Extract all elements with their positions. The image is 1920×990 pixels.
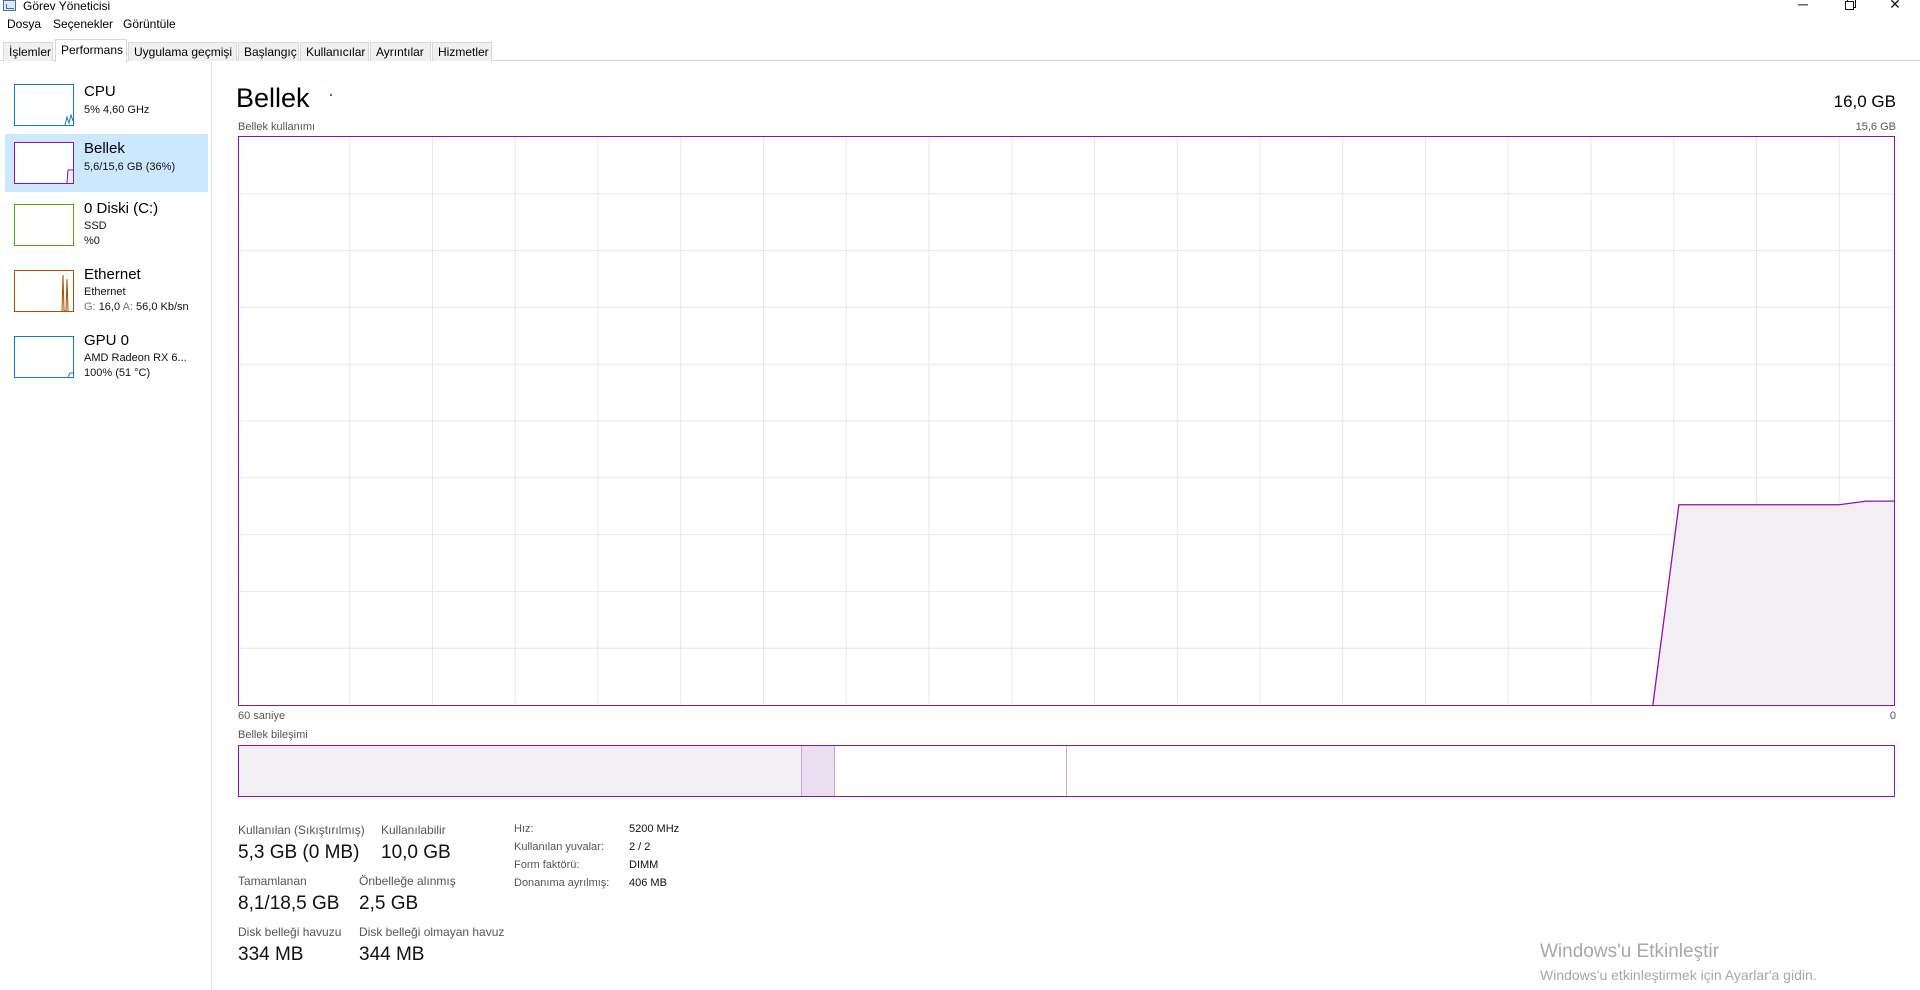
tab-startup[interactable]: Başlangıç [238,42,299,61]
memory-thumbnail-graph [14,142,74,184]
resource-list: CPU 5% 4,60 GHz Bellek 5,6/15,6 GB (36%)… [0,62,212,990]
nonpaged-pool-label: Disk belleği olmayan havuz [359,925,505,939]
composition-modified [802,746,835,796]
slots-key: Kullanılan yuvalar: [514,841,604,853]
gpu-thumbnail-graph [14,336,74,378]
window-title: Görev Yöneticisi [23,0,111,13]
task-manager-window: Görev Yöneticisi ─ ✕ Dosya Seçenekler Gö… [0,0,1920,990]
sidebar-item-detail-2: %0 [84,235,100,247]
committed-value: 8,1/18,5 GB [238,893,340,914]
tab-users[interactable]: Kullanıcılar [300,42,369,61]
speed-key: Hız: [514,823,534,835]
sidebar-item-memory[interactable]: Bellek 5,6/15,6 GB (36%) [5,134,208,192]
menu-view[interactable]: Görüntüle [123,17,176,31]
restore-icon [1844,1,1854,10]
sidebar-item-title: GPU 0 [84,332,130,349]
close-button[interactable]: ✕ [1872,0,1918,13]
memory-usage-graph [239,137,1894,705]
task-manager-icon [3,0,16,11]
menu-options[interactable]: Seçenekler [53,17,113,31]
in-use-value: 5,3 GB (0 MB) [238,842,360,863]
sidebar-item-title: CPU [84,83,116,100]
nonpaged-pool-value: 344 MB [359,944,425,965]
hardware-reserved-value: 406 MB [629,877,667,889]
sidebar-item-throughput: G: 16,0 A: 56,0 Kb/sn [84,301,189,313]
memory-composition-bar [238,745,1895,797]
form-factor-value: DIMM [629,859,659,871]
sidebar-item-detail-2: 100% (51 °C) [84,367,151,379]
composition-free [1067,746,1894,796]
tab-performance[interactable]: Performans [55,39,127,62]
tab-details[interactable]: Ayrıntılar [370,42,431,61]
tab-processes[interactable]: İşlemler [3,42,53,61]
sidebar-item-title: Bellek [84,140,125,157]
disk-thumbnail-graph [14,204,74,246]
sidebar-item-detail: 5,6/15,6 GB (36%) [84,161,176,173]
sidebar-item-detail: AMD Radeon RX 6... [84,352,187,364]
send-value: 16,0 [98,301,121,313]
sidebar-item-gpu[interactable]: GPU 0 AMD Radeon RX 6... 100% (51 °C) [5,326,208,392]
sidebar-item-detail: SSD [84,220,107,232]
sidebar-item-title: 0 Diski (C:) [84,200,159,217]
composition-in-use [239,746,802,796]
tab-services[interactable]: Hizmetler [432,42,492,61]
usage-chart-label: Bellek kullanımı [238,121,316,133]
ethernet-mini-graph [61,274,69,311]
sidebar-item-detail: 5% 4,60 GHz [84,104,150,116]
cpu-thumbnail-graph [14,84,74,126]
tab-app-history[interactable]: Uygulama geçmişi [128,42,237,61]
usage-chart-max: 15,6 GB [1855,121,1896,133]
tab-bar: İşlemler Performans Uygulama geçmişi Baş… [0,39,1920,62]
chart-time-end: 0 [1889,710,1896,722]
speed-value: 5200 MHz [629,823,680,835]
minimize-button[interactable]: ─ [1780,0,1826,13]
composition-standby [835,746,1067,796]
sidebar-item-detail: Ethernet [84,286,126,298]
hardware-reserved-key: Donanıma ayrılmış: [514,877,610,889]
sidebar-item-cpu[interactable]: CPU 5% 4,60 GHz [5,78,208,134]
restore-button[interactable] [1826,0,1872,13]
cached-label: Önbelleğe alınmış [359,874,456,888]
activation-watermark-subtitle: Windows'u etkinleştirmek için Ayarlar'a … [1540,967,1817,983]
sidebar-item-disk[interactable]: 0 Diski (C:) SSD %0 [5,196,208,256]
form-factor-key: Form faktörü: [514,859,580,871]
usage-area-fill [1652,501,1894,705]
committed-label: Tamamlanan [238,874,307,888]
in-use-label: Kullanılan (Sıkıştırılmış) [238,823,365,837]
sidebar-item-title: Ethernet [84,266,141,283]
menu-file[interactable]: Dosya [7,17,41,31]
receive-value: 56,0 Kb/sn [136,301,189,313]
page-title: Bellek [236,83,310,113]
paged-pool-value: 334 MB [238,944,304,965]
available-value: 10,0 GB [381,842,451,863]
ethernet-thumbnail-graph [14,270,74,312]
memory-mini-graph [66,169,73,183]
composition-label: Bellek bileşimi [238,729,308,741]
slots-value: 2 / 2 [629,841,651,853]
paged-pool-label: Disk belleği havuzu [238,925,342,939]
chart-time-start: 60 saniye [238,710,286,722]
title-bar: Görev Yöneticisi ─ ✕ [0,0,1920,13]
activation-watermark-title: Windows'u Etkinleştir [1540,941,1719,962]
indicator-dot [330,94,332,96]
memory-usage-chart [238,136,1895,706]
gpu-mini-graph [67,372,73,377]
sidebar-item-ethernet[interactable]: Ethernet Ethernet G: 16,0 A: 56,0 Kb/sn [5,260,208,324]
available-label: Kullanılabilir [381,823,446,837]
send-prefix: G: [84,301,96,313]
cached-value: 2,5 GB [359,893,419,914]
cpu-mini-graph [64,113,73,125]
total-memory: 16,0 GB [1833,92,1896,111]
receive-prefix: A: [122,301,133,313]
